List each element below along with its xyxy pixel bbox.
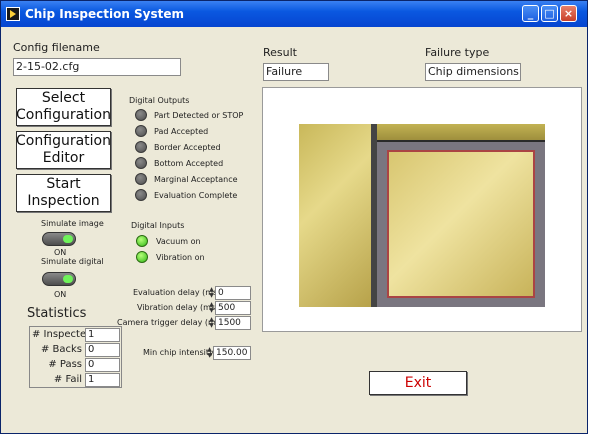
exit-button[interactable]: Exit bbox=[369, 371, 467, 395]
min-chip-intensity-label: Min chip intensity bbox=[143, 348, 214, 357]
bottom-accepted-led bbox=[135, 157, 147, 169]
vibration-delay-spinner-icon[interactable]: ▲ ▼ bbox=[208, 302, 215, 314]
camera-trigger-delay-spinner-icon[interactable]: ▲ ▼ bbox=[208, 317, 215, 329]
pass-label: # Pass bbox=[48, 359, 82, 370]
maximize-button[interactable]: □ bbox=[541, 5, 558, 22]
backs-label: # Backs bbox=[40, 344, 82, 355]
select-configuration-button[interactable]: Select Configuration bbox=[16, 88, 111, 126]
labview-app-icon bbox=[6, 7, 20, 21]
window-title: Chip Inspection System bbox=[25, 7, 185, 21]
vibration-on-label: Vibration on bbox=[156, 253, 205, 262]
evaluation-complete-led bbox=[135, 189, 147, 201]
simulate-digital-toggle[interactable] bbox=[42, 272, 76, 286]
close-button[interactable]: × bbox=[560, 5, 577, 22]
chip-pad-region bbox=[387, 150, 535, 298]
configuration-editor-button[interactable]: Configuration Editor bbox=[16, 131, 111, 169]
vibration-on-led bbox=[136, 251, 148, 263]
inspected-count: 1 bbox=[85, 328, 120, 342]
simulate-digital-label: Simulate digital bbox=[41, 257, 104, 266]
vibration-delay-input[interactable]: 500 bbox=[215, 301, 251, 315]
start-inspection-button[interactable]: Start Inspection bbox=[16, 174, 111, 212]
app-window: Chip Inspection System _ □ × Config file… bbox=[0, 0, 588, 434]
inspected-label: # Inspected bbox=[32, 329, 93, 340]
statistics-title: Statistics bbox=[27, 306, 87, 321]
failure-type-field: Chip dimensions bbox=[425, 63, 521, 81]
border-accepted-led bbox=[135, 141, 147, 153]
config-filename-label: Config filename bbox=[13, 41, 100, 54]
evaluation-complete-label: Evaluation Complete bbox=[154, 191, 238, 200]
vacuum-on-label: Vacuum on bbox=[156, 237, 201, 246]
result-label: Result bbox=[263, 46, 297, 59]
border-accepted-label: Border Accepted bbox=[154, 143, 221, 152]
marginal-acceptance-label: Marginal Acceptance bbox=[154, 175, 238, 184]
simulate-digital-state: ON bbox=[54, 290, 67, 299]
vibration-delay-label: Vibration delay (ms) bbox=[137, 303, 219, 312]
part-detected-label: Part Detected or STOP bbox=[154, 111, 244, 120]
fail-label: # Fail bbox=[53, 374, 82, 385]
minimize-button[interactable]: _ bbox=[522, 5, 539, 22]
simulate-image-toggle[interactable] bbox=[42, 232, 76, 246]
evaluation-delay-spinner-icon[interactable]: ▲ ▼ bbox=[208, 287, 215, 299]
adjacent-chip-region bbox=[299, 124, 371, 307]
pad-accepted-label: Pad Accepted bbox=[154, 127, 209, 136]
inspection-image-panel bbox=[262, 87, 582, 332]
pass-count: 0 bbox=[85, 358, 120, 372]
statistics-panel: # Inspected 1 # Backs 0 # Pass 0 # Fail … bbox=[29, 326, 122, 388]
simulate-image-label: Simulate image bbox=[41, 219, 104, 228]
chip-inspection-image bbox=[299, 124, 545, 307]
failure-type-label: Failure type bbox=[425, 46, 490, 59]
bottom-accepted-label: Bottom Accepted bbox=[154, 159, 224, 168]
min-chip-intensity-input[interactable]: 150.00 bbox=[213, 346, 251, 360]
evaluation-delay-input[interactable]: 0 bbox=[215, 286, 251, 300]
digital-inputs-title: Digital Inputs bbox=[131, 221, 185, 230]
backs-count: 0 bbox=[85, 343, 120, 357]
marginal-acceptance-led bbox=[135, 173, 147, 185]
config-filename-field[interactable]: 2-15-02.cfg bbox=[13, 58, 181, 76]
title-bar[interactable]: Chip Inspection System _ □ × bbox=[1, 1, 587, 27]
result-field: Failure bbox=[263, 63, 329, 81]
fail-count: 1 bbox=[85, 373, 120, 387]
pad-accepted-led bbox=[135, 125, 147, 137]
part-detected-led bbox=[135, 109, 147, 121]
simulate-image-state: ON bbox=[54, 248, 67, 257]
vacuum-on-led bbox=[136, 235, 148, 247]
camera-trigger-delay-input[interactable]: 1500 bbox=[215, 316, 251, 330]
min-chip-intensity-spinner-icon[interactable]: ▲ ▼ bbox=[206, 347, 213, 359]
digital-outputs-title: Digital Outputs bbox=[129, 96, 190, 105]
